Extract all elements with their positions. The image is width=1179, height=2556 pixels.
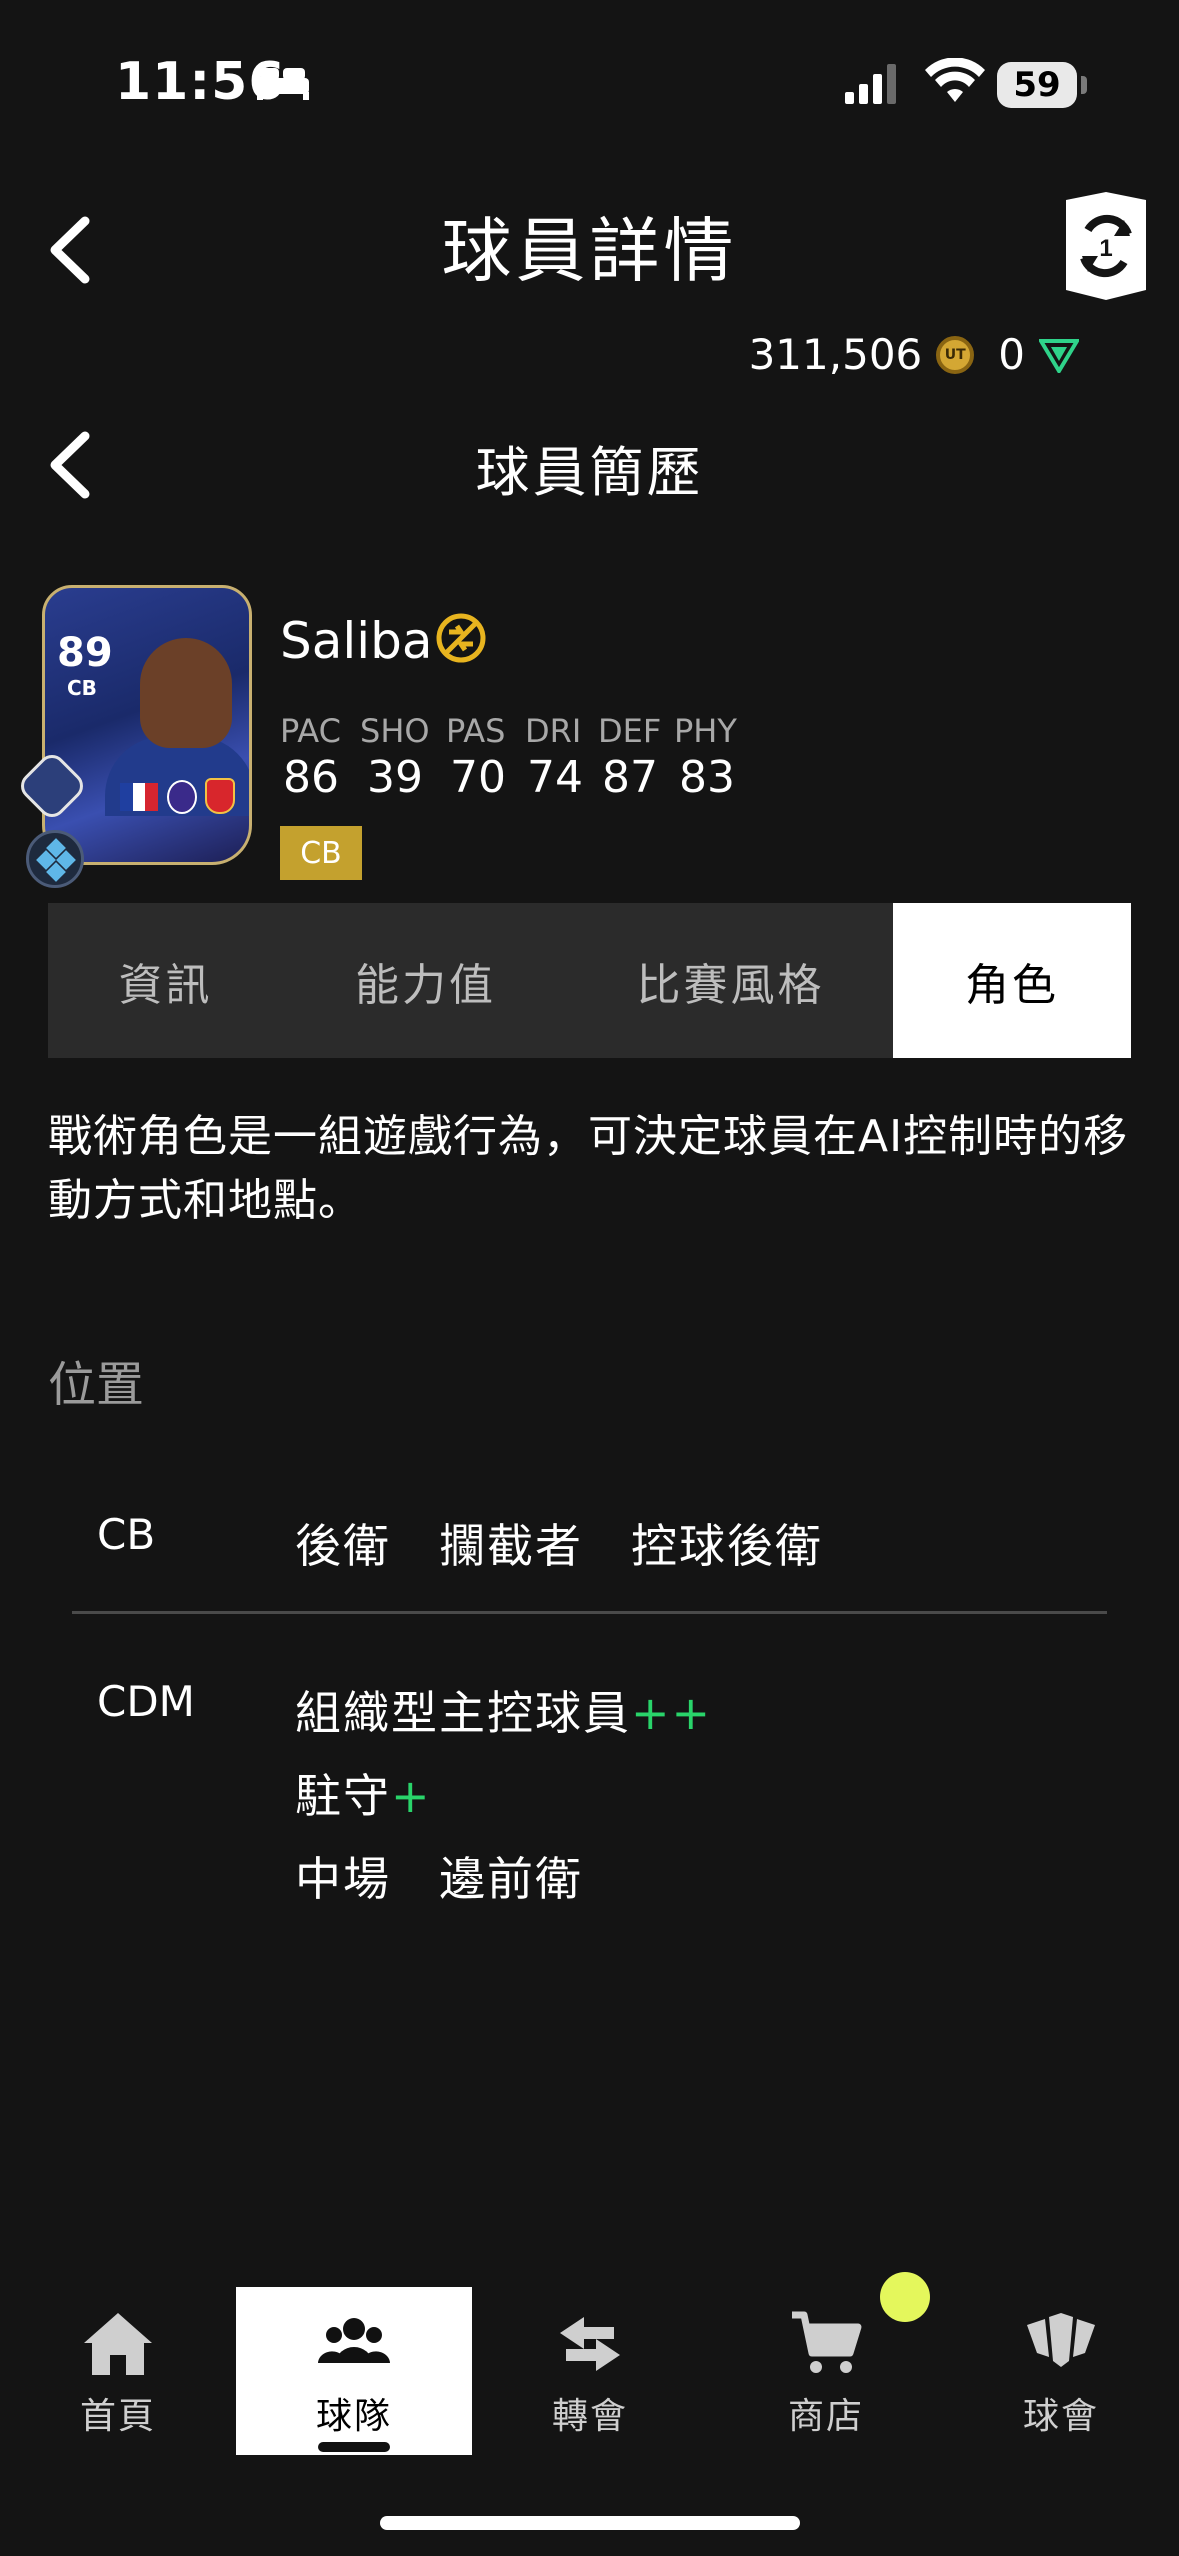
player-name: Saliba xyxy=(280,612,433,670)
divider xyxy=(72,1611,1107,1614)
nav-transfers[interactable]: 轉會 xyxy=(472,2287,708,2455)
stat-label-pas: PAS xyxy=(446,712,506,750)
home-icon xyxy=(84,2313,152,2375)
stat-label-phy: PHY xyxy=(674,712,737,750)
card-rating: 89 xyxy=(57,630,113,676)
tab-attributes[interactable]: 能力值 xyxy=(283,903,568,1058)
cdm-role-2-name: 駐守 xyxy=(295,1769,391,1823)
active-tab-indicator xyxy=(318,2442,390,2452)
nav-home[interactable]: 首頁 xyxy=(0,2287,236,2455)
cdm-role-1: 組織型主控球員++ xyxy=(295,1677,712,1743)
coin-icon: UT xyxy=(936,335,975,374)
club-icon xyxy=(1027,2313,1095,2367)
league-badge-icon xyxy=(167,780,197,814)
coin-balance: 311,506 xyxy=(748,330,923,379)
transfer-icon xyxy=(560,2317,620,2371)
points-balance: 0 xyxy=(998,330,1025,379)
cart-icon xyxy=(792,2311,862,2373)
card-position: CB xyxy=(67,676,97,700)
nav-transfers-label: 轉會 xyxy=(551,2396,628,2437)
position-code-cdm: CDM xyxy=(97,1677,195,1726)
refresh-icon: 1 xyxy=(1066,192,1146,300)
home-indicator[interactable] xyxy=(380,2516,800,2530)
wallet: 311,506 UT 0 xyxy=(749,330,1079,379)
nav-store[interactable]: 商店 xyxy=(708,2287,944,2455)
roles-description: 戰術角色是一組遊戲行為，可決定球員在AI控制時的移動方式和地點。 xyxy=(48,1111,1129,1226)
stat-label-dri: DRI xyxy=(525,712,582,750)
position-chip: CB xyxy=(280,826,362,880)
stat-value-pas: 70 xyxy=(450,752,506,803)
player-card[interactable]: 89 CB xyxy=(42,585,252,865)
team-icon xyxy=(318,2318,390,2363)
nav-store-label: 商店 xyxy=(787,2396,864,2437)
nation-flag-icon xyxy=(120,783,159,811)
stat-label-pac: PAC xyxy=(280,712,341,750)
position-code-cb: CB xyxy=(97,1510,156,1559)
nav-club-label: 球會 xyxy=(1022,2396,1099,2437)
evolution-icon xyxy=(436,613,486,663)
fc-points-icon xyxy=(1039,338,1079,373)
stat-label-def: DEF xyxy=(598,712,662,750)
nav-team-label: 球隊 xyxy=(315,2396,392,2437)
stat-value-def: 87 xyxy=(602,752,658,803)
svg-text:1: 1 xyxy=(1099,235,1112,262)
cdm-role-2: 駐守+ xyxy=(295,1760,432,1826)
cdm-role-1-name: 組織型主控球員 xyxy=(295,1686,631,1740)
role-plus-indicator: + xyxy=(391,1769,432,1823)
stat-value-pac: 86 xyxy=(283,752,339,803)
role-plus-indicator: ++ xyxy=(631,1686,713,1740)
tab-playstyles[interactable]: 比賽風格 xyxy=(568,903,893,1058)
section-title: 球員簡歷 xyxy=(475,441,704,504)
stat-value-sho: 39 xyxy=(367,752,423,803)
tab-roles[interactable]: 角色 xyxy=(893,903,1131,1058)
detail-tabs: 資訊 能力值 比賽風格 角色 xyxy=(48,903,1131,1058)
stat-value-phy: 83 xyxy=(679,752,735,803)
wifi-icon xyxy=(925,58,985,102)
cdm-role-3: 中場 邊前衛 xyxy=(295,1852,583,1906)
tab-info[interactable]: 資訊 xyxy=(48,903,283,1058)
nav-club[interactable]: 球會 xyxy=(943,2287,1179,2455)
nav-home-label: 首頁 xyxy=(79,2396,156,2437)
sleep-focus-icon xyxy=(257,68,309,100)
stat-value-dri: 74 xyxy=(527,752,583,803)
player-image-head xyxy=(140,638,232,748)
battery-tip xyxy=(1081,76,1087,94)
club-badge-icon xyxy=(205,778,235,814)
cellular-signal-icon xyxy=(845,64,896,104)
position-heading: 位置 xyxy=(48,1357,145,1413)
battery-indicator: 59 xyxy=(997,62,1077,108)
playstyle-badge-icon xyxy=(26,830,84,888)
objectives-refresh-button[interactable]: 1 xyxy=(1058,190,1154,302)
cb-roles: 後衛 攔截者 控球後衛 xyxy=(295,1519,823,1573)
nav-team[interactable]: 球隊 xyxy=(236,2287,472,2455)
stat-label-sho: SHO xyxy=(360,712,430,750)
page-title: 球員詳情 xyxy=(441,210,738,292)
